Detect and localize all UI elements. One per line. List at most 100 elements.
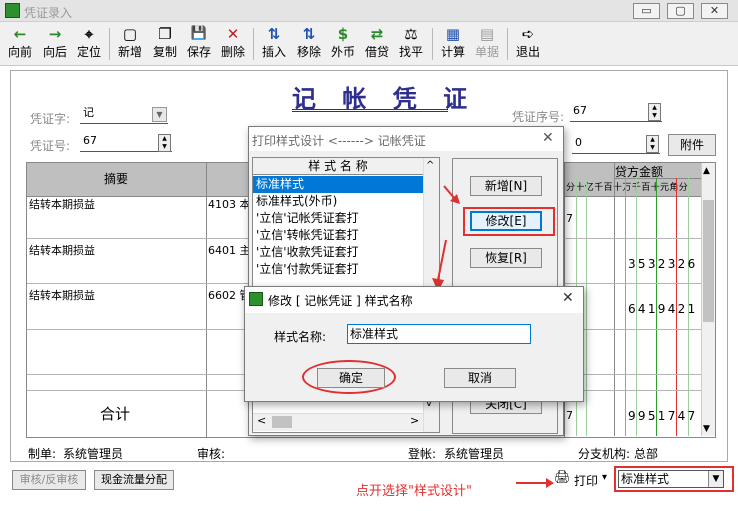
- grid-scrollbar-thumb[interactable]: [703, 200, 714, 322]
- toolbar-remove-button[interactable]: ⇅ 移除: [294, 22, 324, 66]
- toolbar-separator: [109, 28, 110, 60]
- list-item[interactable]: '立信'付款凭证套打: [253, 261, 423, 278]
- list-item[interactable]: 标准样式: [253, 176, 423, 193]
- maker-value: 系统管理员: [63, 447, 124, 461]
- save-icon: 💾: [190, 26, 208, 41]
- chevron-down-icon[interactable]: ▼: [708, 471, 723, 487]
- table-row-account[interactable]: 4103 本: [208, 196, 251, 212]
- scale-icon: ⚖: [404, 25, 418, 43]
- document-icon: ▤: [479, 25, 495, 43]
- chevron-down-icon[interactable]: ▼: [703, 424, 710, 434]
- toolbar-calculate-button[interactable]: ▦ 计算: [438, 22, 468, 66]
- branch-value: 总部: [634, 447, 659, 461]
- list-item[interactable]: '立信'收款凭证套打: [253, 244, 423, 261]
- review-button[interactable]: 审核/反审核: [12, 470, 86, 490]
- grid-divider: [614, 163, 615, 436]
- add-style-button[interactable]: 新增[N]: [470, 176, 542, 196]
- voucher-number-spinner[interactable]: ▲ ▼: [158, 134, 171, 152]
- title-bar: 凭证录入 ▭ ▢ ✕: [0, 0, 738, 22]
- total-mid: 7: [566, 409, 573, 422]
- chevron-down-icon[interactable]: ▼: [152, 107, 167, 122]
- toolbar-back-button[interactable]: ← 向前: [5, 22, 35, 66]
- table-row-summary[interactable]: 结转本期损益: [29, 287, 95, 303]
- app-icon: [249, 292, 263, 306]
- style-list-header: 样 式 名 称: [253, 158, 423, 175]
- table-row-mid[interactable]: 7: [566, 212, 573, 225]
- ok-button[interactable]: 确定: [317, 368, 385, 388]
- style-name-label: 样式名称:: [274, 330, 327, 344]
- digit-line: [586, 178, 587, 436]
- toolbar: ← 向前 → 向后 ⌖ 定位 ▢ 新增 ❐ 复制 💾 保存 ✕ 删除 ⇅ 插入 ⇅ 移除 $ 外币 …: [0, 22, 738, 66]
- voucher-word-label: 凭证字:: [30, 112, 71, 126]
- copy-icon: ❐: [158, 25, 172, 43]
- table-row-summary[interactable]: 结转本期损益: [29, 196, 95, 212]
- restore-style-button[interactable]: 恢复[R]: [470, 248, 542, 268]
- style-list-hscroll-thumb[interactable]: [272, 416, 292, 428]
- minimize-button[interactable]: ▭: [633, 3, 660, 19]
- close-icon[interactable]: ✕: [542, 130, 554, 146]
- toolbar-forward-button[interactable]: → 向后: [40, 22, 70, 66]
- arrow-left-icon: ←: [13, 25, 27, 43]
- voucher-seq-spinner[interactable]: ▲ ▼: [648, 103, 661, 121]
- hint-annotation: 点开选择"样式设计": [356, 484, 472, 499]
- insert-row-icon: ⇅: [267, 25, 281, 43]
- toolbar-delete-button[interactable]: ✕ 删除: [218, 22, 248, 66]
- toolbar-separator: [253, 28, 254, 60]
- cashflow-button[interactable]: 现金流量分配: [94, 470, 174, 490]
- grid-divider: [206, 163, 207, 437]
- window-title: 凭证录入: [24, 6, 73, 20]
- toolbar-separator: [432, 28, 433, 60]
- digit-line: [625, 178, 626, 436]
- toolbar-separator: [507, 28, 508, 60]
- print-button[interactable]: 打印: [574, 472, 598, 489]
- list-item[interactable]: '立信'记帐凭证套打: [253, 210, 423, 227]
- arrow-right-icon: →: [48, 25, 62, 43]
- toolbar-currency-button[interactable]: $ 外币: [328, 22, 358, 66]
- chevron-left-icon[interactable]: <: [257, 414, 266, 427]
- printer-icon: 🖨: [554, 470, 571, 485]
- list-item[interactable]: 标准样式(外币): [253, 193, 423, 210]
- voucher-number-label: 凭证号:: [30, 139, 71, 153]
- cancel-button[interactable]: 取消: [444, 368, 516, 388]
- calculator-icon: ▦: [445, 25, 461, 43]
- swap-icon: ⇄: [370, 25, 384, 43]
- voucher-title-underline: [292, 109, 448, 112]
- toolbar-copy-button[interactable]: ❐ 复制: [150, 22, 180, 66]
- style-name-input[interactable]: 标准样式: [347, 324, 531, 344]
- table-row-credit[interactable]: 6419421: [628, 302, 698, 316]
- delete-icon: ✕: [226, 25, 240, 43]
- list-item[interactable]: '立信'转帐凭证套打: [253, 227, 423, 244]
- modify-style-dialog-title: 修改 [ 记帐凭证 ] 样式名称: [268, 294, 413, 308]
- attachment-button[interactable]: 附件: [668, 134, 716, 156]
- toolbar-insert-button[interactable]: ⇅ 插入: [259, 22, 289, 66]
- toolbar-locate-button[interactable]: ⌖ 定位: [74, 22, 104, 66]
- hint-arrow-icon: [516, 478, 554, 488]
- grid-header-digits: 分十亿千百十万千百十元角分: [566, 183, 689, 193]
- currency-icon: $: [337, 25, 349, 43]
- close-icon[interactable]: ✕: [562, 290, 574, 306]
- new-doc-icon: ▢: [122, 25, 138, 43]
- chevron-right-icon[interactable]: >: [410, 414, 419, 427]
- maximize-button[interactable]: ▢: [667, 3, 694, 19]
- remove-row-icon: ⇅: [302, 25, 316, 43]
- reviewer-label: 审核:: [197, 447, 226, 461]
- table-row-credit[interactable]: 3532326: [628, 257, 698, 271]
- modify-style-button[interactable]: 修改[E]: [470, 211, 542, 231]
- toolbar-debit-credit-button[interactable]: ⇄ 借贷: [362, 22, 392, 66]
- table-row-account[interactable]: 6401 主: [208, 242, 251, 258]
- toolbar-save-button[interactable]: 💾 保存: [184, 22, 214, 66]
- toolbar-document-button[interactable]: ▤ 单据: [472, 22, 502, 66]
- voucher-seq-label: 凭证序号:: [512, 110, 565, 124]
- toolbar-new-button[interactable]: ▢ 新增: [115, 22, 145, 66]
- chevron-down-icon[interactable]: ▾: [602, 472, 607, 483]
- toolbar-exit-button[interactable]: ➪ 退出: [513, 22, 543, 66]
- attachment-count-spinner[interactable]: ▲ ▼: [646, 135, 659, 153]
- branch-label: 分支机构:: [578, 447, 631, 461]
- table-row-summary[interactable]: 结转本期损益: [29, 242, 95, 258]
- toolbar-balance-button[interactable]: ⚖ 找平: [396, 22, 426, 66]
- chevron-up-icon[interactable]: ^: [426, 160, 434, 171]
- annotation-arrow-icon: [432, 239, 447, 292]
- chevron-up-icon[interactable]: ▲: [703, 166, 710, 176]
- poster-label: 登帐:: [408, 447, 437, 461]
- close-button[interactable]: ✕: [701, 3, 728, 19]
